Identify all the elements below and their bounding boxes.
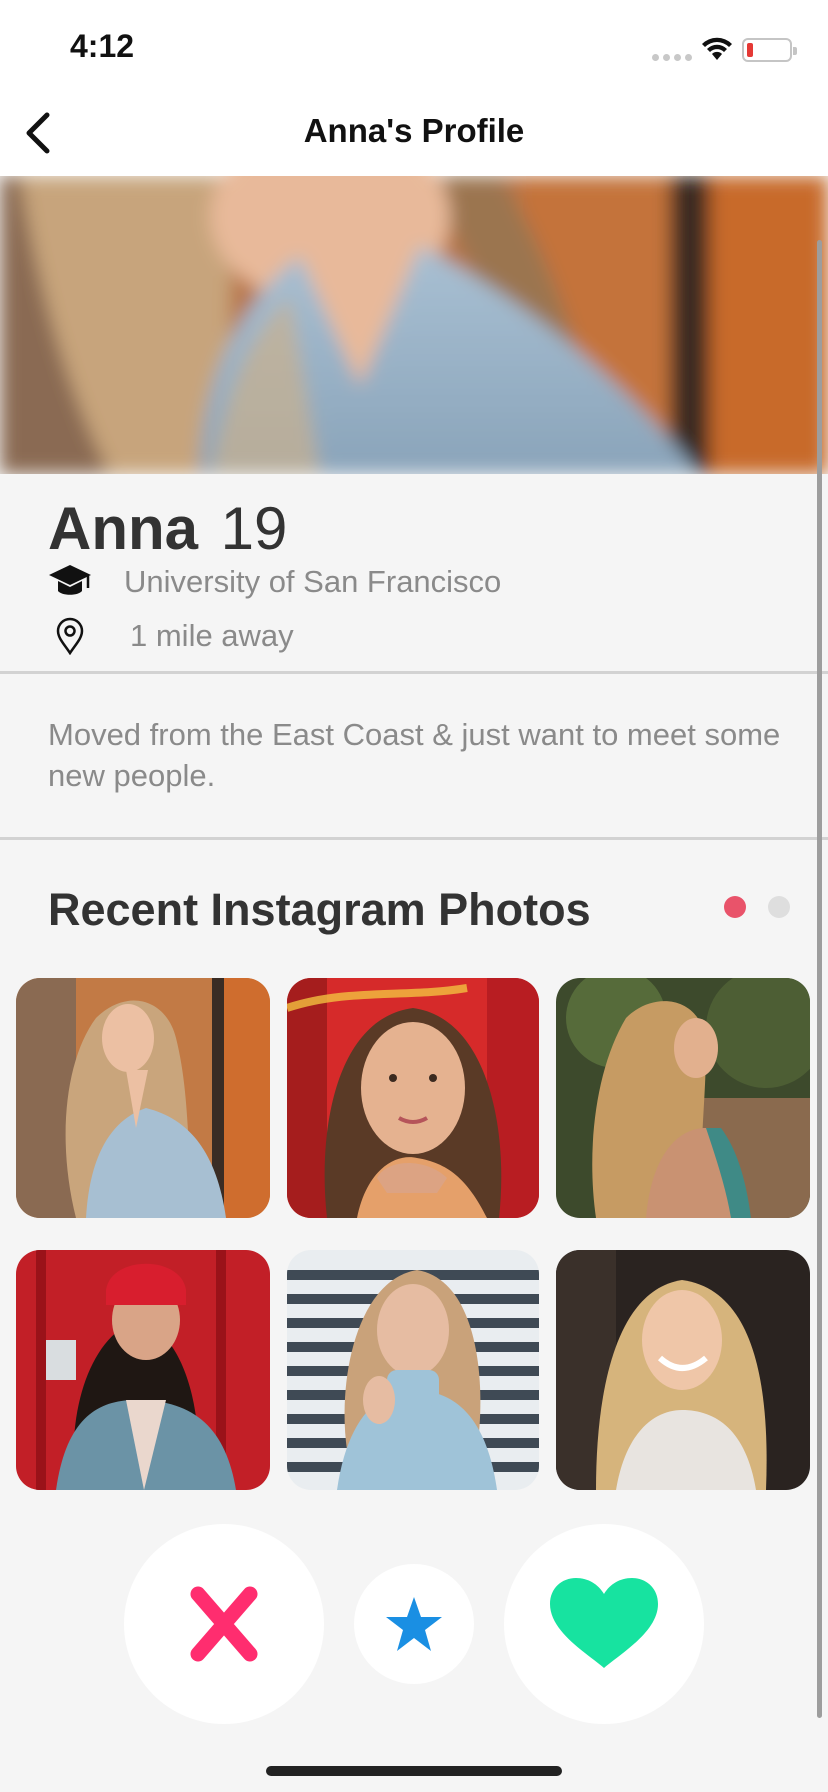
page-dot[interactable] (768, 896, 790, 918)
x-icon (190, 1586, 258, 1662)
page-dot-active[interactable] (724, 896, 746, 918)
like-button[interactable] (504, 1524, 704, 1724)
status-time: 4:12 (70, 28, 135, 64)
location-pin-icon (56, 617, 84, 655)
status-bar: 4:12 (0, 0, 828, 90)
distance-row: 1 mile away (48, 614, 294, 658)
wifi-icon (702, 37, 732, 60)
star-icon (386, 1597, 442, 1651)
super-like-button[interactable] (354, 1564, 474, 1684)
profile-photo[interactable] (0, 176, 828, 474)
instagram-photo[interactable] (556, 1250, 810, 1490)
instagram-photo[interactable] (16, 1250, 270, 1490)
battery-icon (742, 38, 797, 62)
instagram-photo-grid (16, 978, 812, 1490)
school-text: University of San Francisco (124, 564, 502, 599)
signal-icon (652, 54, 692, 61)
profile-name: Anna (48, 495, 198, 562)
heart-icon (550, 1578, 658, 1668)
profile-info: Anna 19 University of San Francisco 1 mi… (0, 474, 828, 674)
page-indicator[interactable] (724, 896, 790, 918)
name-age: Anna 19 (48, 494, 287, 563)
instagram-photo[interactable] (287, 978, 539, 1218)
school-row: University of San Francisco (48, 560, 501, 604)
graduation-cap-icon (49, 565, 91, 595)
instagram-photo[interactable] (16, 978, 270, 1218)
bio-text: Moved from the East Coast & just want to… (48, 717, 781, 793)
profile-age: 19 (220, 495, 288, 562)
page-title: Anna's Profile (303, 112, 525, 149)
divider (0, 837, 828, 840)
instagram-photo[interactable] (556, 978, 810, 1218)
nope-button[interactable] (124, 1524, 324, 1724)
distance-text: 1 mile away (130, 618, 294, 653)
home-indicator[interactable] (266, 1766, 562, 1776)
scroll-indicator[interactable] (817, 240, 822, 1718)
divider (0, 671, 828, 674)
instagram-section-title: Recent Instagram Photos (48, 884, 591, 935)
profile-photo-image (0, 176, 828, 474)
profile-screen: 4:12 Anna's Profile Anna 19 University o… (0, 0, 828, 1792)
nav-bar: Anna's Profile (0, 90, 828, 176)
instagram-photo[interactable] (287, 1250, 539, 1490)
